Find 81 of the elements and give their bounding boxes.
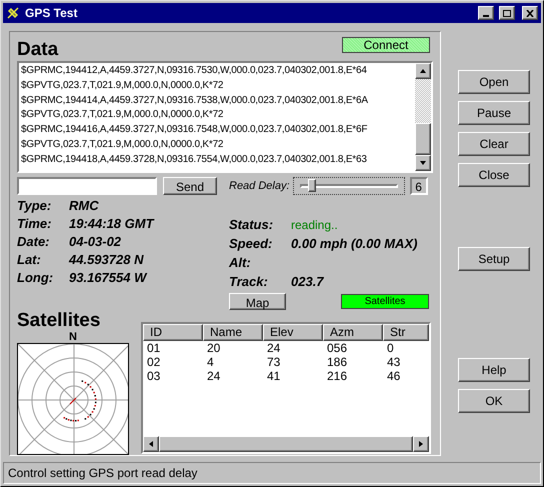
vertical-scrollbar[interactable] <box>415 63 431 171</box>
scroll-left-button[interactable] <box>143 436 159 452</box>
triangle-left-icon <box>148 441 154 447</box>
close-icon <box>526 10 534 16</box>
field-value: 44.593728 N <box>69 251 144 270</box>
field-value: 023.7 <box>291 272 324 291</box>
column-header[interactable]: Str <box>383 324 429 341</box>
field-label: Type: <box>17 197 52 216</box>
dialog-button[interactable]: Clear <box>458 132 530 156</box>
close-button[interactable] <box>522 6 538 20</box>
table-cell-text: 01 <box>146 341 162 355</box>
table-cell-text: 4 <box>206 355 215 369</box>
dialog-button[interactable]: Pause <box>458 101 530 125</box>
table-cell-text: 02 <box>146 355 162 369</box>
dialog-button[interactable]: OK <box>458 389 530 413</box>
table-cell-text: 0 <box>386 341 395 355</box>
read-delay-value: 6 <box>410 177 428 195</box>
maximize-button[interactable] <box>499 6 515 20</box>
log-line: $GPVTG,023.7,T,021.9,M,000.0,N,0000.0,K*72 <box>21 108 224 122</box>
dialog-button[interactable]: Help <box>458 358 530 382</box>
status-value: reading.. <box>291 216 338 234</box>
send-button[interactable]: Send <box>163 177 217 195</box>
dialog-button[interactable]: Open <box>458 70 530 94</box>
table-cell-text: 46 <box>386 369 402 383</box>
log-line: $GPVTG,023.7,T,021.9,M,000.0,N,0000.0,K*72 <box>21 78 224 93</box>
table-cell-text: 41 <box>266 369 282 383</box>
triangle-up-icon <box>420 68 426 74</box>
scroll-up-button[interactable] <box>415 63 431 79</box>
dialog-button[interactable]: Close <box>458 163 530 187</box>
field-label: Speed: <box>229 234 274 253</box>
field-value: 19:44:18 GMT <box>69 215 154 234</box>
map-button[interactable]: Map <box>229 293 286 310</box>
field-value: RMC <box>69 197 99 216</box>
table-cell-text: 24 <box>266 341 282 355</box>
log-line: $GPVTG,023.7,T,021.9,M,000.0,N,0000.0,K*72 <box>21 138 224 152</box>
log-line: $GPRMC,194416,A,4459.3727,N,09316.7548,W,000.0,023.7,040302,001.8,E*6F <box>21 123 368 138</box>
field-value: 0.00 mph (0.00 MAX) <box>291 234 418 253</box>
column-header[interactable]: ID <box>143 324 203 341</box>
table-cell-text: 73 <box>266 355 282 369</box>
scroll-thumb[interactable] <box>415 123 431 155</box>
maximize-icon <box>503 10 511 16</box>
log-line: $GPRMC,194418,A,4459.3728,N,09316.7554,W,000.0,023.7,040302,001.8,E*63 <box>21 152 368 167</box>
field-label: Long: <box>17 269 54 288</box>
minimize-button[interactable] <box>478 6 494 20</box>
scroll-down-button[interactable] <box>415 155 431 171</box>
command-field[interactable] <box>17 177 157 195</box>
field-label: Lat: <box>17 251 42 270</box>
triangle-right-icon <box>418 441 424 447</box>
field-value: 04-03-02 <box>69 233 122 252</box>
field-label: Track: <box>229 272 269 291</box>
column-header[interactable]: Elev <box>263 324 323 341</box>
table-cell-text: 056 <box>326 341 348 355</box>
dialog-button[interactable]: Setup <box>458 247 530 271</box>
triangle-down-icon <box>420 160 426 166</box>
table-cell-text: 24 <box>206 369 222 383</box>
field-value: 93.167554 W <box>69 269 146 288</box>
satellites-heading: Satellites <box>17 310 102 332</box>
status-bar: Control setting GPS port read delay <box>3 462 541 484</box>
table-cell-text: 186 <box>326 355 348 369</box>
table-cell-text: 20 <box>206 341 222 355</box>
field-label: Time: <box>17 215 52 234</box>
slider-thumb[interactable] <box>308 179 316 192</box>
column-header[interactable]: Azm <box>323 324 383 341</box>
satellite-icon <box>6 6 20 20</box>
field-label: Date: <box>17 233 51 252</box>
field-label: Alt: <box>229 254 252 272</box>
table-cell-text: 03 <box>146 369 162 383</box>
table-cell-text: 43 <box>386 355 402 369</box>
read-delay-slider[interactable] <box>292 177 405 195</box>
connect-indicator: Connect <box>342 37 430 53</box>
north-label: N <box>68 332 78 343</box>
scroll-right-button[interactable] <box>413 436 429 452</box>
table-cell-text: 216 <box>326 369 348 383</box>
data-heading: Data <box>17 38 58 62</box>
log-line: $GPRMC,194414,A,4459.3727,N,09316.7538,W,000.0,023.7,040302,001.8,E*6A <box>21 94 369 108</box>
satellites-indicator: Satellites <box>341 294 429 309</box>
column-header[interactable]: Name <box>203 324 263 341</box>
read-delay-label: Read Delay: <box>229 178 290 194</box>
log-line: $GPRMC,194412,A,4459.3727,N,09316.7530,W,000.0,023.7,040302,001.8,E*64 <box>21 64 368 78</box>
window-title: GPS Test <box>25 5 78 22</box>
field-label: Status: <box>229 216 274 234</box>
